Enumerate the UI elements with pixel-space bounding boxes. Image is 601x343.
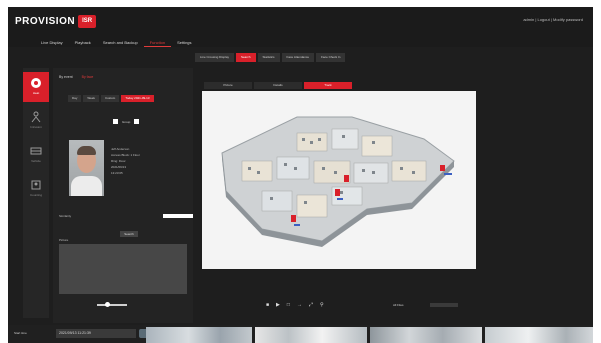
nav-function[interactable]: Function: [143, 39, 172, 47]
week-button[interactable]: Week: [83, 95, 99, 102]
camera-thumbnail[interactable]: [370, 327, 482, 343]
brand-badge: ISR: [78, 14, 97, 28]
checkbox-b[interactable]: [134, 119, 140, 124]
face-photo[interactable]: [69, 140, 104, 196]
camera-thumbnail[interactable]: [255, 327, 367, 343]
next-icon[interactable]: →: [297, 302, 302, 308]
tab-picture[interactable]: Picture: [204, 82, 252, 89]
similarity-input[interactable]: [163, 214, 193, 218]
picture-label: Picture: [59, 238, 69, 242]
floor-map[interactable]: [202, 91, 476, 269]
picture-drop-area[interactable]: [59, 244, 187, 294]
date-range-buttons: Day Week Custom Today 2021-09-13: [68, 95, 154, 102]
tab-statistics[interactable]: Statistics: [257, 53, 280, 62]
nav-settings[interactable]: Settings: [171, 39, 197, 47]
sidebar-item-intrusion[interactable]: Intrusion: [23, 106, 49, 136]
search-button[interactable]: Search: [120, 231, 138, 237]
play-icon[interactable]: ▶: [276, 302, 280, 308]
sidebar-item-vehicle[interactable]: Vehicle: [23, 140, 49, 170]
sidebar-item-counting[interactable]: Counting: [23, 174, 49, 204]
vehicle-icon: [30, 147, 42, 155]
nav-playback[interactable]: Playback: [69, 39, 97, 47]
zoom-slider-track[interactable]: [97, 304, 127, 306]
person-info: Jeff Anderson Access Block: 1 Floor Ring…: [111, 147, 140, 175]
custom-button[interactable]: Custom: [100, 95, 120, 102]
brand-logo: PROVISION ISR: [15, 13, 97, 29]
prev-icon[interactable]: ■: [266, 302, 269, 308]
user-links[interactable]: admin | Logout | Modify password: [523, 17, 583, 22]
fullscreen-icon[interactable]: ⤢: [309, 302, 313, 308]
tab-face-attendance[interactable]: Face Attendance: [281, 53, 315, 62]
tab-details[interactable]: Details: [254, 82, 302, 89]
today-button[interactable]: Today 2021-09-13: [121, 95, 154, 102]
tab-face-check-in[interactable]: Face Check In: [316, 53, 346, 62]
person-icon: [31, 111, 41, 123]
start-time-label: Start time: [14, 331, 27, 335]
nav-live-display[interactable]: Live Display: [35, 39, 69, 47]
start-time-field[interactable]: 2021/09/13 11:21:39: [56, 329, 136, 338]
search-icon[interactable]: ⚲: [320, 302, 324, 308]
tab-by-face[interactable]: By face: [82, 75, 94, 79]
similarity-label: Similarity: [59, 214, 72, 218]
playback-controls: ■ ▶ □ → ⤢ ⚲: [266, 302, 324, 308]
heat-map-icon: [31, 78, 41, 88]
search-panel: By event By face Day Week Custom Today 2…: [53, 68, 193, 323]
people-count-icon: [31, 180, 41, 190]
rate-label: All Files: [393, 303, 404, 307]
camera-thumbnail[interactable]: [485, 327, 593, 343]
panel-header: By event By face: [59, 75, 93, 79]
zoom-slider-handle[interactable]: [105, 302, 110, 307]
camera-thumbnail[interactable]: [146, 327, 252, 343]
tab-by-event[interactable]: By event: [59, 75, 73, 79]
stop-icon[interactable]: □: [287, 302, 290, 308]
top-header: PROVISION ISR admin | Logout | Modify pa…: [8, 7, 593, 47]
tab-track[interactable]: Track: [304, 82, 352, 89]
view-tabs: Picture Details Track: [204, 82, 352, 89]
nav-search-backup[interactable]: Search and Backup: [97, 39, 144, 47]
group-checkbox-row: Group: [113, 119, 140, 124]
tab-search[interactable]: Search: [236, 53, 256, 62]
app-window: PROVISION ISR admin | Logout | Modify pa…: [8, 7, 593, 337]
bottom-bar: Start time 2021/09/13 11:21:39: [8, 325, 593, 343]
main-navigation: Live Display Playback Search and Backup …: [35, 39, 198, 47]
sidebar: Heat Intrusion Vehicle Counting: [23, 68, 49, 318]
checkbox-a[interactable]: [113, 119, 118, 124]
floor-plan-image: [202, 91, 476, 269]
day-button[interactable]: Day: [68, 95, 82, 102]
tab-line-crossing[interactable]: Line Crossing Display: [195, 53, 235, 62]
sidebar-item-heat[interactable]: Heat: [23, 72, 49, 102]
sub-tabs: Line Crossing Display Search Statistics …: [195, 53, 346, 62]
rate-selector[interactable]: [430, 303, 458, 307]
